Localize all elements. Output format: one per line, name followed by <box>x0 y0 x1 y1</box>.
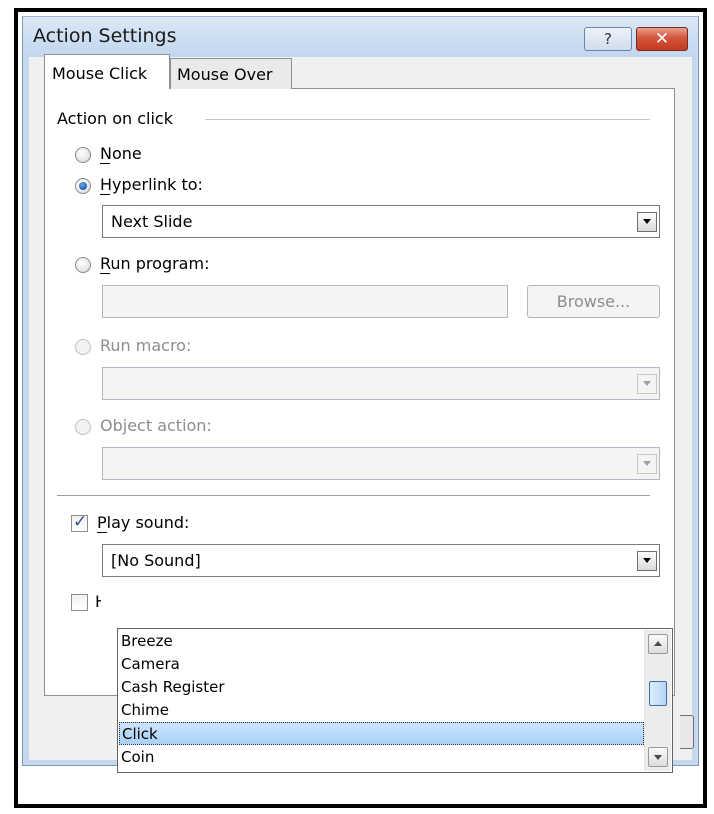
scroll-up-icon[interactable] <box>648 634 668 654</box>
run-program-radio[interactable] <box>75 257 91 273</box>
dropdown-scrollbar[interactable] <box>644 630 671 771</box>
highlight-click-checkbox[interactable] <box>71 594 88 611</box>
scroll-down-icon[interactable] <box>648 747 668 767</box>
play-sound-checkbox[interactable] <box>71 512 88 532</box>
play-sound-mnemonic-underline <box>97 532 107 533</box>
section-divider <box>57 495 650 496</box>
help-icon: ? <box>604 30 612 48</box>
object-action-radio[interactable] <box>75 419 91 435</box>
group-divider <box>205 119 650 120</box>
chevron-down-icon[interactable] <box>637 454 657 474</box>
tab-label: Mouse Over <box>177 65 273 84</box>
list-item[interactable]: Coin <box>119 746 644 769</box>
group-label: Action on click <box>57 109 179 128</box>
run-macro-radio[interactable] <box>75 339 91 355</box>
mouse-click-panel: Action on click None Hyperlink to: Next … <box>44 88 675 696</box>
hyperlink-radio[interactable] <box>75 178 91 194</box>
run-macro-combo[interactable] <box>102 367 660 400</box>
object-action-label[interactable]: Object action: <box>100 416 212 435</box>
chevron-down-icon[interactable] <box>637 551 657 571</box>
sound-dropdown-list[interactable]: Breeze Camera Cash Register Chime Click … <box>117 628 673 773</box>
tab-mouse-over[interactable]: Mouse Over <box>170 58 292 89</box>
dialog-title: Action Settings <box>33 25 177 47</box>
sound-combo[interactable]: [No Sound] <box>102 544 660 577</box>
close-button[interactable]: ✕ <box>636 27 688 51</box>
list-item[interactable]: Cash Register <box>119 676 644 699</box>
none-radio[interactable] <box>75 147 91 163</box>
title-bar: Action Settings ? ✕ <box>23 17 698 57</box>
run-program-mnemonic-underline <box>100 273 110 274</box>
browse-button[interactable]: Browse... <box>527 285 660 318</box>
list-item[interactable]: Chime <box>119 699 644 722</box>
tab-label: Mouse Click <box>52 64 148 83</box>
run-program-label[interactable]: Run program: <box>100 254 209 273</box>
none-label[interactable]: None <box>100 144 142 163</box>
scroll-thumb[interactable] <box>649 681 667 706</box>
hyperlink-mnemonic-underline <box>100 194 110 195</box>
help-button[interactable]: ? <box>584 27 632 51</box>
sound-value: [No Sound] <box>111 551 201 570</box>
hyperlink-target-value: Next Slide <box>111 212 193 231</box>
tab-mouse-click[interactable]: Mouse Click <box>44 54 170 89</box>
list-item-selected[interactable]: Click <box>119 722 644 745</box>
highlight-click-label-fragment: H <box>95 592 101 611</box>
object-action-combo[interactable] <box>102 447 660 480</box>
play-sound-label[interactable]: Play sound: <box>97 513 189 532</box>
list-item[interactable]: Camera <box>119 653 644 676</box>
chevron-down-icon[interactable] <box>637 212 657 232</box>
hyperlink-label[interactable]: Hyperlink to: <box>100 175 203 194</box>
run-macro-label[interactable]: Run macro: <box>100 336 191 355</box>
close-icon: ✕ <box>654 29 670 49</box>
list-item[interactable]: Breeze <box>119 630 644 653</box>
run-program-input[interactable] <box>102 285 508 318</box>
chevron-down-icon[interactable] <box>637 374 657 394</box>
hyperlink-target-combo[interactable]: Next Slide <box>102 205 660 238</box>
none-mnemonic-underline <box>100 163 110 164</box>
ok-button-partial[interactable] <box>680 715 694 749</box>
